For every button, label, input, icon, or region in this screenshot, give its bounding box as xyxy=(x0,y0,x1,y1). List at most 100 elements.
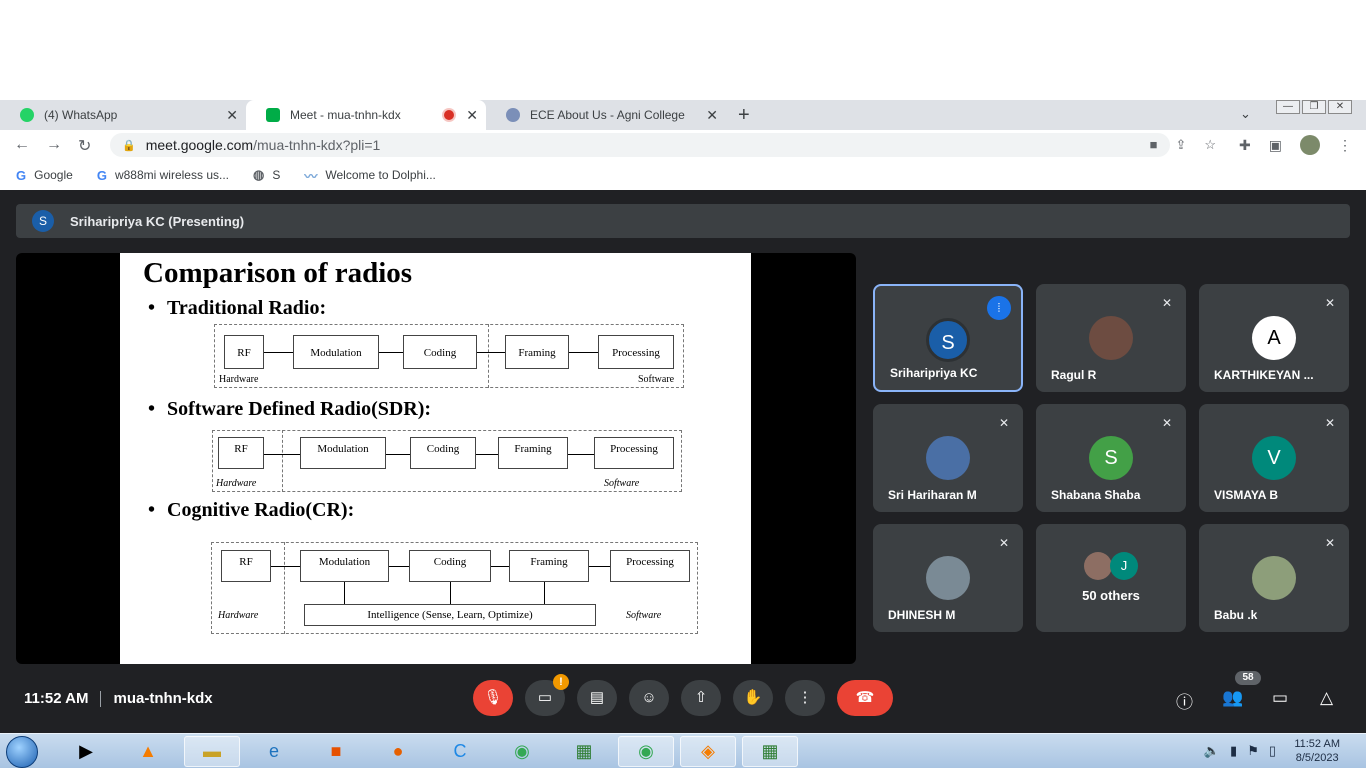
meet-main: S Sriharipriya KC (Presenting) Compariso… xyxy=(0,190,1366,733)
arrow xyxy=(491,566,509,567)
slide: Comparison of radios • Traditional Radio:… xyxy=(120,253,751,664)
hand-icon: ✋ xyxy=(743,689,763,706)
info-icon[interactable]: ⓘ xyxy=(1176,688,1193,713)
profile-avatar[interactable] xyxy=(1300,135,1320,155)
spreadsheet-icon[interactable]: ▦ xyxy=(556,736,612,767)
participant-name: Sri Hariharan M xyxy=(888,488,977,502)
close-icon[interactable]: ✕ xyxy=(706,107,718,124)
back-arrow-icon[interactable]: ← xyxy=(14,136,30,154)
activities-icon[interactable]: △ xyxy=(1320,688,1333,708)
participant-tile[interactable]: ⦙ S Sriharipriya KC xyxy=(873,284,1023,392)
participant-tile[interactable]: ✕ DHINESH M xyxy=(873,524,1023,632)
tab-strip: (4) WhatsApp ✕ Meet - mua-tnhn-kdx ✕ ECE… xyxy=(0,100,1366,130)
clock-date: 8/5/2023 xyxy=(1295,752,1339,764)
present-button[interactable]: ⇧ xyxy=(681,680,721,716)
section-heading: • Cognitive Radio(CR): xyxy=(148,499,355,521)
participant-name: Shabana Shaba xyxy=(1051,488,1141,502)
start-button[interactable] xyxy=(6,736,38,768)
bookmark-google[interactable]: G Google xyxy=(16,168,73,183)
avatar xyxy=(926,436,970,480)
participant-tile[interactable]: ✕ S Shabana Shaba xyxy=(1036,404,1186,512)
tab-title: (4) WhatsApp xyxy=(44,108,118,122)
participant-name: Sriharipriya KC xyxy=(890,366,978,380)
recording-icon xyxy=(444,110,454,120)
minimize-button[interactable]: — xyxy=(1276,100,1300,114)
close-icon[interactable]: ✕ xyxy=(466,107,478,124)
mic-toggle-button[interactable]: 🎙 xyxy=(473,680,513,716)
speaker-icon[interactable]: 🔈 xyxy=(1204,743,1220,759)
pdf-icon[interactable]: ◈ xyxy=(680,736,736,767)
divider xyxy=(284,542,285,634)
others-tile[interactable]: J 50 others xyxy=(1036,524,1186,632)
software-label: Software xyxy=(604,478,640,489)
url-input[interactable]: 🔒 meet.google.com/mua-tnhn-kdx?pli=1 xyxy=(110,133,1170,157)
emoji-button[interactable]: ☺ xyxy=(629,680,669,716)
bookmark-s[interactable]: ◍ S xyxy=(253,167,280,183)
participant-tile[interactable]: ✕ V VISMAYA B xyxy=(1199,404,1349,512)
battery-icon[interactable]: ▯ xyxy=(1269,743,1276,759)
globe-icon: ◍ xyxy=(253,167,265,182)
avatar: S xyxy=(1089,436,1133,480)
folder-icon[interactable]: ▬ xyxy=(184,736,240,767)
chrome-active-icon[interactable]: ◉ xyxy=(618,736,674,767)
block-processing: Processing xyxy=(598,335,674,369)
bookmarks-bar: G Google Gw888mi wireless us... ◍ S 〰 Welco… xyxy=(0,161,1366,189)
extensions-puzzle-icon[interactable]: ✚ xyxy=(1239,137,1251,154)
meeting-code: mua-tnhn-kdx xyxy=(113,690,213,707)
tab-title: ECE About Us - Agni College xyxy=(530,108,685,122)
mic-off-icon: ✕ xyxy=(1324,416,1335,430)
whatsapp-icon xyxy=(20,108,34,122)
vlc-icon[interactable]: ▲ xyxy=(120,736,176,767)
close-window-button[interactable]: ✕ xyxy=(1328,100,1352,114)
firefox-icon[interactable]: ● xyxy=(370,736,426,767)
star-icon[interactable]: ☆ xyxy=(1204,137,1216,153)
warning-icon: ! xyxy=(553,674,569,690)
mi-icon[interactable]: ■ xyxy=(308,736,364,767)
avatar xyxy=(1089,316,1133,360)
participant-count-badge: 58 xyxy=(1235,671,1261,685)
participant-tile[interactable]: ✕ Babu .k xyxy=(1199,524,1349,632)
tab-agni-college[interactable]: ECE About Us - Agni College ✕ xyxy=(486,100,726,130)
close-icon[interactable]: ✕ xyxy=(226,107,238,124)
forward-arrow-icon[interactable]: → xyxy=(46,136,62,154)
chat-icon[interactable]: ▭ xyxy=(1272,688,1288,708)
raise-hand-button[interactable]: ✋ xyxy=(733,680,773,716)
excel-icon[interactable]: ▦ xyxy=(742,736,798,767)
system-tray: 🔈 ▮ ⚑ ▯ xyxy=(1204,743,1276,759)
bookmark-dolphin[interactable]: 〰 Welcome to Dolphi... xyxy=(304,166,436,185)
block-intelligence: Intelligence (Sense, Learn, Optimize) xyxy=(304,604,596,626)
captions-button[interactable]: ▤ xyxy=(577,680,617,716)
block-rf: RF xyxy=(221,550,271,582)
people-icon[interactable]: 👥 xyxy=(1222,688,1243,708)
restore-button[interactable]: ❐ xyxy=(1302,100,1326,114)
taskbar-clock[interactable]: 11:52 AM 8/5/2023 xyxy=(1294,737,1340,765)
participant-tile[interactable]: ✕ A KARTHIKEYAN ... xyxy=(1199,284,1349,392)
slide-title: Comparison of radios xyxy=(143,257,413,289)
media-player-icon[interactable]: ▶ xyxy=(58,736,114,767)
participant-tile[interactable]: ✕ Sri Hariharan M xyxy=(873,404,1023,512)
new-tab-button[interactable]: + xyxy=(738,104,750,127)
bookmark-w888mi[interactable]: Gw888mi wireless us... xyxy=(97,168,229,183)
avatar xyxy=(926,556,970,600)
tab-meet[interactable]: Meet - mua-tnhn-kdx ✕ xyxy=(246,100,486,130)
tab-whatsapp[interactable]: (4) WhatsApp ✕ xyxy=(0,100,246,130)
flag-icon[interactable]: ⚑ xyxy=(1247,743,1259,759)
camera-icon[interactable]: ■ xyxy=(1150,137,1158,153)
c-app-icon[interactable]: C xyxy=(432,736,488,767)
internet-explorer-icon[interactable]: e xyxy=(246,736,302,767)
share-icon[interactable]: ⇪ xyxy=(1175,137,1186,153)
reload-icon[interactable]: ↻ xyxy=(78,136,91,156)
presentation-screen[interactable]: Comparison of radios • Traditional Radio:… xyxy=(16,253,856,664)
more-options-button[interactable]: ⋮ xyxy=(785,680,825,716)
arrow xyxy=(477,352,505,353)
participant-tile[interactable]: ✕ Ragul R xyxy=(1036,284,1186,392)
side-panel-icon[interactable]: ▣ xyxy=(1269,137,1282,154)
others-avatars: J xyxy=(1084,552,1144,582)
chrome-icon[interactable]: ◉ xyxy=(494,736,550,767)
tab-search-chevron-icon[interactable]: ⌄ xyxy=(1240,106,1251,122)
signal-icon[interactable]: ▮ xyxy=(1230,743,1237,759)
kebab-menu-icon[interactable]: ⋮ xyxy=(1338,137,1352,154)
leave-call-button[interactable]: ☎ xyxy=(837,680,893,716)
camera-icon: ▭ xyxy=(537,689,553,706)
camera-toggle-button[interactable]: ▭! xyxy=(525,674,569,716)
